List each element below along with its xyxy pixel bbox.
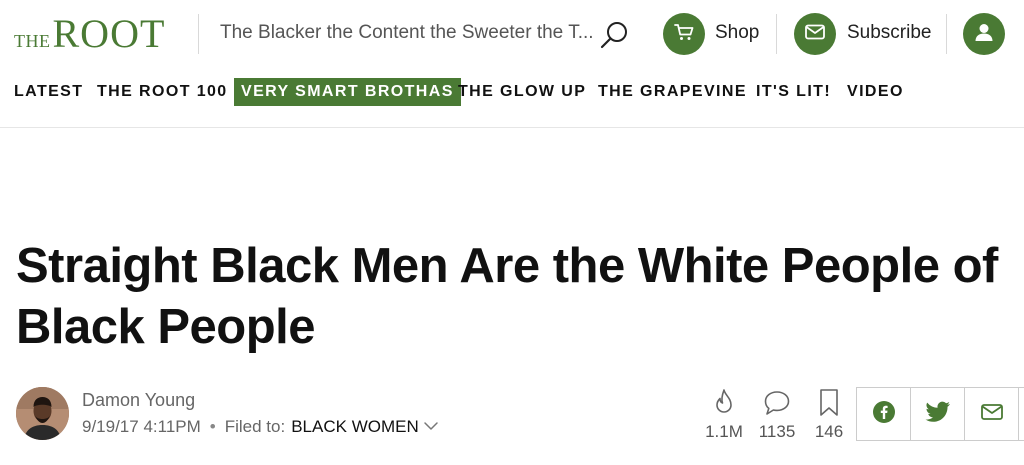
meta-separator: • [209, 417, 216, 436]
nav-item-the-glow-up[interactable]: THE GLOW UP [458, 78, 586, 106]
facebook-icon [872, 400, 896, 429]
nav-item-latest[interactable]: LATEST [14, 78, 83, 106]
share-bar [856, 387, 1024, 441]
shop-label[interactable]: Shop [715, 22, 759, 44]
article-headline: Straight Black Men Are the White People … [16, 239, 998, 354]
filed-to-label: Filed to: [224, 417, 286, 436]
site-tagline: The Blacker the Content the Sweeter the … [220, 22, 594, 43]
bookmarks-stat[interactable]: 146 [809, 388, 849, 442]
divider [946, 14, 947, 54]
email-icon [980, 402, 1004, 427]
nav-item-video[interactable]: VIDEO [847, 78, 904, 106]
nav-item-very-smart-brothas[interactable]: VERY SMART BROTHAS [234, 78, 461, 106]
flame-icon [704, 388, 744, 418]
cart-icon [672, 20, 696, 49]
twitter-icon [925, 401, 951, 428]
main-nav: LATEST THE ROOT 100 VERY SMART BROTHAS T… [0, 78, 1024, 106]
nav-item-its-lit[interactable]: IT'S LIT! [756, 78, 831, 106]
comment-icon [757, 388, 797, 418]
search-icon[interactable] [598, 18, 632, 52]
share-twitter-button[interactable] [911, 388, 965, 440]
nav-item-the-root-100[interactable]: THE ROOT 100 [97, 78, 228, 106]
subscribe-button[interactable] [794, 13, 836, 55]
site-logo[interactable]: THE ROOT [14, 12, 165, 56]
account-button[interactable] [963, 13, 1005, 55]
publish-date: 9/19/17 4:11PM [82, 417, 201, 436]
divider [198, 14, 199, 54]
divider [776, 14, 777, 54]
article-meta: 9/19/17 4:11PM • Filed to: BLACK WOMEN [82, 417, 439, 437]
nav-item-the-grapevine[interactable]: THE GRAPEVINE [598, 78, 747, 106]
author-avatar[interactable] [16, 387, 69, 440]
user-icon [972, 20, 996, 49]
views-stat: 1.1M [704, 388, 744, 442]
views-count: 1.1M [705, 422, 743, 441]
site-header: THE ROOT The Blacker the Content the Swe… [0, 0, 1024, 70]
subscribe-label[interactable]: Subscribe [847, 22, 932, 44]
comments-count: 1135 [758, 422, 796, 441]
chevron-down-icon[interactable] [423, 417, 439, 437]
share-email-button[interactable] [965, 388, 1019, 440]
logo-root: ROOT [52, 11, 166, 56]
comments-stat[interactable]: 1135 [757, 388, 797, 442]
shop-button[interactable] [663, 13, 705, 55]
filed-to-tag[interactable]: BLACK WOMEN [291, 417, 419, 437]
share-facebook-button[interactable] [857, 388, 911, 440]
bookmark-icon [809, 388, 849, 418]
author-name[interactable]: Damon Young [82, 390, 195, 411]
bookmarks-count: 146 [814, 422, 844, 441]
mail-icon [803, 20, 827, 49]
logo-the: THE [14, 31, 51, 51]
header-rule [0, 127, 1024, 128]
